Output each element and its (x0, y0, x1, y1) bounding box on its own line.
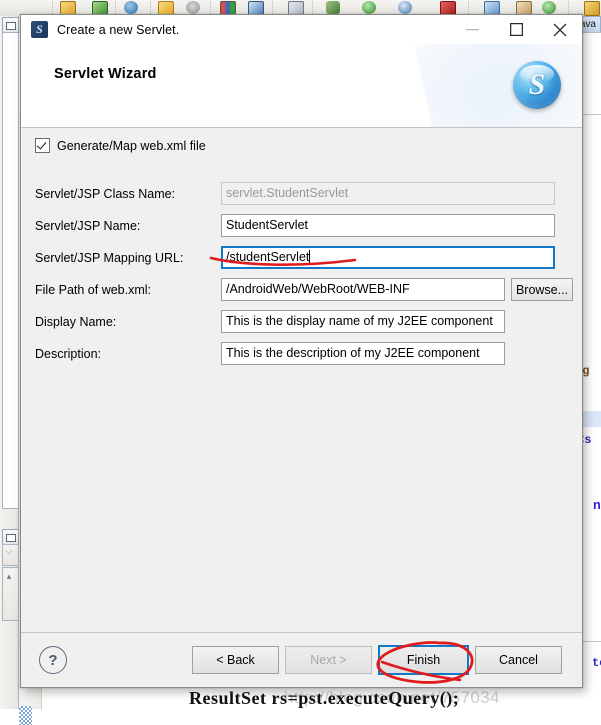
finish-button[interactable]: Finish (378, 645, 469, 675)
maximize-icon[interactable] (494, 15, 538, 44)
form-row-description: Description: This is the description of … (35, 342, 555, 365)
toolbar-icon-history[interactable] (398, 1, 412, 14)
wizard-heading: Servlet Wizard (54, 66, 157, 82)
browse-button[interactable]: Browse... (511, 278, 573, 301)
toolbar-icon-refresh[interactable] (542, 1, 556, 14)
left-panel-strip-upper (2, 32, 19, 509)
toolbar-icon-run-green[interactable] (362, 1, 376, 14)
servlet-wizard-dialog: S Create a new Servlet. Servlet Wizard S… (20, 14, 583, 688)
wizard-header: Servlet Wizard S (21, 44, 582, 128)
back-button[interactable]: < Back (192, 646, 279, 674)
servlet-name-input[interactable]: StudentServlet (221, 214, 555, 237)
label-webxml-file-path: File Path of web.xml: (35, 282, 152, 297)
next-button: Next > (285, 646, 372, 674)
wizard-body: Generate/Map web.xml file Servlet/JSP Cl… (21, 128, 582, 632)
label-servlet-class-name: Servlet/JSP Class Name: (35, 186, 176, 201)
close-icon[interactable] (538, 15, 582, 44)
generate-webxml-label: Generate/Map web.xml file (57, 138, 206, 153)
servlet-mapping-url-value: /studentServlet (226, 250, 310, 264)
label-servlet-name: Servlet/JSP Name: (35, 218, 141, 233)
text-caret (309, 250, 311, 264)
code-big-line: ResultSet rs=pst.executeQuery(); (189, 688, 460, 708)
dialog-footer: ? < Back Next > Finish Cancel (21, 632, 582, 687)
toolbar-icon-debug[interactable] (124, 1, 138, 14)
left-panel-collapse-icon[interactable]: ⌵ (4, 547, 14, 556)
left-panel-view-tab-bottom[interactable] (2, 529, 19, 545)
wizard-logo-letter: S (528, 68, 546, 101)
left-panel-scroll-up-icon[interactable]: ▴ (4, 572, 14, 581)
cancel-button[interactable]: Cancel (475, 646, 562, 674)
dialog-titlebar[interactable]: S Create a new Servlet. (21, 15, 582, 44)
servlet-class-name-input: servlet.StudentServlet (221, 182, 555, 205)
servlet-form: Servlet/JSP Class Name: servlet.StudentS… (35, 182, 573, 374)
form-row-class-name: Servlet/JSP Class Name: servlet.StudentS… (35, 182, 555, 205)
servlet-wizard-icon: S (31, 21, 48, 38)
label-description: Description: (35, 346, 101, 361)
toolbar-icon-search-bug[interactable] (326, 1, 340, 14)
window-controls (450, 15, 582, 44)
ide-left-panel: ⌵ ▴ (0, 16, 19, 709)
form-row-mapping-url: Servlet/JSP Mapping URL: /studentServlet (35, 246, 555, 269)
dialog-title: Create a new Servlet. (57, 22, 180, 37)
generate-webxml-checkbox[interactable] (35, 138, 50, 153)
wizard-logo-icon: S (513, 61, 561, 109)
label-display-name: Display Name: (35, 314, 117, 329)
toolbar-icon-link[interactable] (186, 1, 200, 14)
form-row-display-name: Display Name: This is the display name o… (35, 310, 555, 333)
generate-webxml-checkbox-row[interactable]: Generate/Map web.xml file (35, 138, 206, 153)
code-fragment-3: te (592, 656, 601, 670)
left-panel-view-tab-top[interactable] (2, 17, 19, 33)
code-fragment-2: na (593, 498, 601, 513)
webxml-file-path-input[interactable]: /AndroidWeb/WebRoot/WEB-INF (221, 278, 505, 301)
form-row-webxml-path: File Path of web.xml: /AndroidWeb/WebRoo… (35, 278, 573, 301)
servlet-mapping-url-input[interactable]: /studentServlet (221, 246, 555, 269)
dialog-button-row: < Back Next > Finish Cancel (192, 645, 562, 675)
display-name-input[interactable]: This is the display name of my J2EE comp… (221, 310, 505, 333)
minimize-icon[interactable] (450, 15, 494, 44)
description-input[interactable]: This is the description of my J2EE compo… (221, 342, 505, 365)
help-icon[interactable]: ? (39, 646, 67, 674)
form-row-servlet-name: Servlet/JSP Name: StudentServlet (35, 214, 555, 237)
toolbar-icon-warning[interactable] (584, 1, 600, 16)
label-servlet-mapping-url: Servlet/JSP Mapping URL: (35, 250, 184, 265)
